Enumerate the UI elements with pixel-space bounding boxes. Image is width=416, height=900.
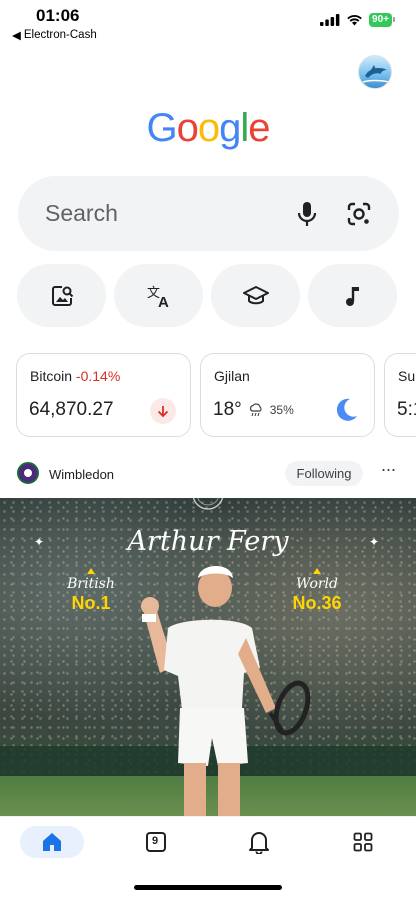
home-indicator[interactable]	[134, 885, 282, 890]
rank-label: British	[67, 576, 115, 592]
back-to-app-link[interactable]: ◀ Electron-Cash	[12, 28, 97, 42]
music-note-icon	[345, 286, 359, 306]
image-search-icon	[51, 285, 73, 306]
lens-icon	[347, 202, 371, 226]
nav-apps-button[interactable]	[347, 826, 379, 858]
home-icon	[43, 833, 61, 851]
rank-value: No.1	[71, 593, 111, 613]
card-title-label: Bitcoin	[30, 368, 73, 384]
status-time: 01:06	[36, 6, 80, 25]
bitcoin-card-title: Bitcoin -0.14%	[30, 368, 120, 384]
weather-temp-row: 18° 35%	[213, 399, 294, 421]
weather-temp: 18°	[213, 399, 242, 420]
precipitation-chance: 35%	[269, 403, 294, 417]
feed-hero-image[interactable]: ✦ ✦ Arthur Fery British No.1 World No.36	[0, 498, 416, 816]
rank-marker-icon	[87, 568, 95, 574]
shortcut-row: 文 A	[17, 264, 402, 327]
player-name: Arthur Fery	[127, 526, 289, 557]
search-with-image-button[interactable]	[17, 264, 106, 327]
back-app-label: Electron-Cash	[23, 29, 97, 41]
partial-card-title: Sur	[398, 368, 416, 384]
translate-button[interactable]: 文 A	[114, 264, 203, 327]
trend-down-badge	[150, 398, 176, 424]
logo-letter: o	[197, 106, 220, 150]
logo-letter: g	[219, 106, 241, 150]
moon-icon	[336, 398, 357, 421]
song-search-button[interactable]	[308, 264, 397, 327]
nav-tabs-button[interactable]: 9	[140, 826, 172, 858]
tennis-logo-icon	[23, 466, 33, 477]
wimbledon-crest-icon	[192, 498, 224, 510]
bottom-navigation: 9	[0, 816, 416, 876]
tab-count: 9	[152, 835, 159, 847]
search-input[interactable]: Search	[45, 200, 118, 227]
logo-letter: G	[146, 106, 177, 150]
nav-notifications-button[interactable]	[243, 826, 275, 858]
logo-letter: o	[176, 106, 199, 150]
signal-icon	[320, 14, 340, 26]
mic-icon	[297, 202, 317, 226]
weather-card[interactable]: Gjilan 18° 35%	[200, 353, 375, 437]
translate-icon: 文 A	[147, 286, 169, 309]
partial-card-value: 5:1	[397, 399, 416, 420]
british-ranking: British No.1	[60, 568, 122, 614]
svg-text:A: A	[158, 294, 169, 309]
more-options-button[interactable]: ···	[378, 460, 398, 484]
wifi-icon	[347, 15, 362, 26]
bell-icon	[249, 832, 269, 854]
search-bar[interactable]: Search	[18, 176, 399, 251]
logo-letter: e	[248, 106, 270, 150]
source-name[interactable]: Wimbledon	[49, 467, 114, 482]
logo-letter: l	[240, 106, 249, 150]
player-figure	[141, 566, 311, 816]
bitcoin-price: 64,870.27	[29, 399, 114, 420]
rain-cloud-icon	[249, 403, 262, 417]
info-cards-carousel: Bitcoin -0.14% 64,870.27 Gjilan 18° 35%	[16, 353, 416, 439]
feed-source-row: Wimbledon Following ···	[0, 458, 416, 490]
apps-grid-icon	[353, 832, 373, 852]
price-change: -0.14%	[75, 368, 121, 384]
nav-home-button[interactable]	[20, 826, 84, 858]
weather-location: Gjilan	[214, 368, 250, 384]
status-icons: 90+	[320, 13, 395, 27]
status-bar: 01:06 ◀ Electron-Cash 90+	[0, 0, 416, 44]
homework-help-button[interactable]	[211, 264, 300, 327]
battery-indicator: 90+	[369, 13, 395, 27]
partial-card[interactable]: Sur 5:1	[384, 353, 416, 437]
following-button[interactable]: Following	[285, 461, 363, 486]
account-avatar[interactable]	[358, 55, 392, 89]
dolphin-avatar-image	[362, 65, 390, 83]
bitcoin-card[interactable]: Bitcoin -0.14% 64,870.27	[16, 353, 191, 437]
arrow-down-icon	[157, 406, 169, 418]
voice-search-button[interactable]	[294, 200, 320, 228]
wimbledon-logo[interactable]	[17, 462, 39, 484]
google-logo: Google	[0, 106, 416, 151]
education-icon	[242, 285, 269, 304]
back-arrow-icon: ◀	[12, 30, 21, 42]
lens-search-button[interactable]	[345, 200, 373, 228]
